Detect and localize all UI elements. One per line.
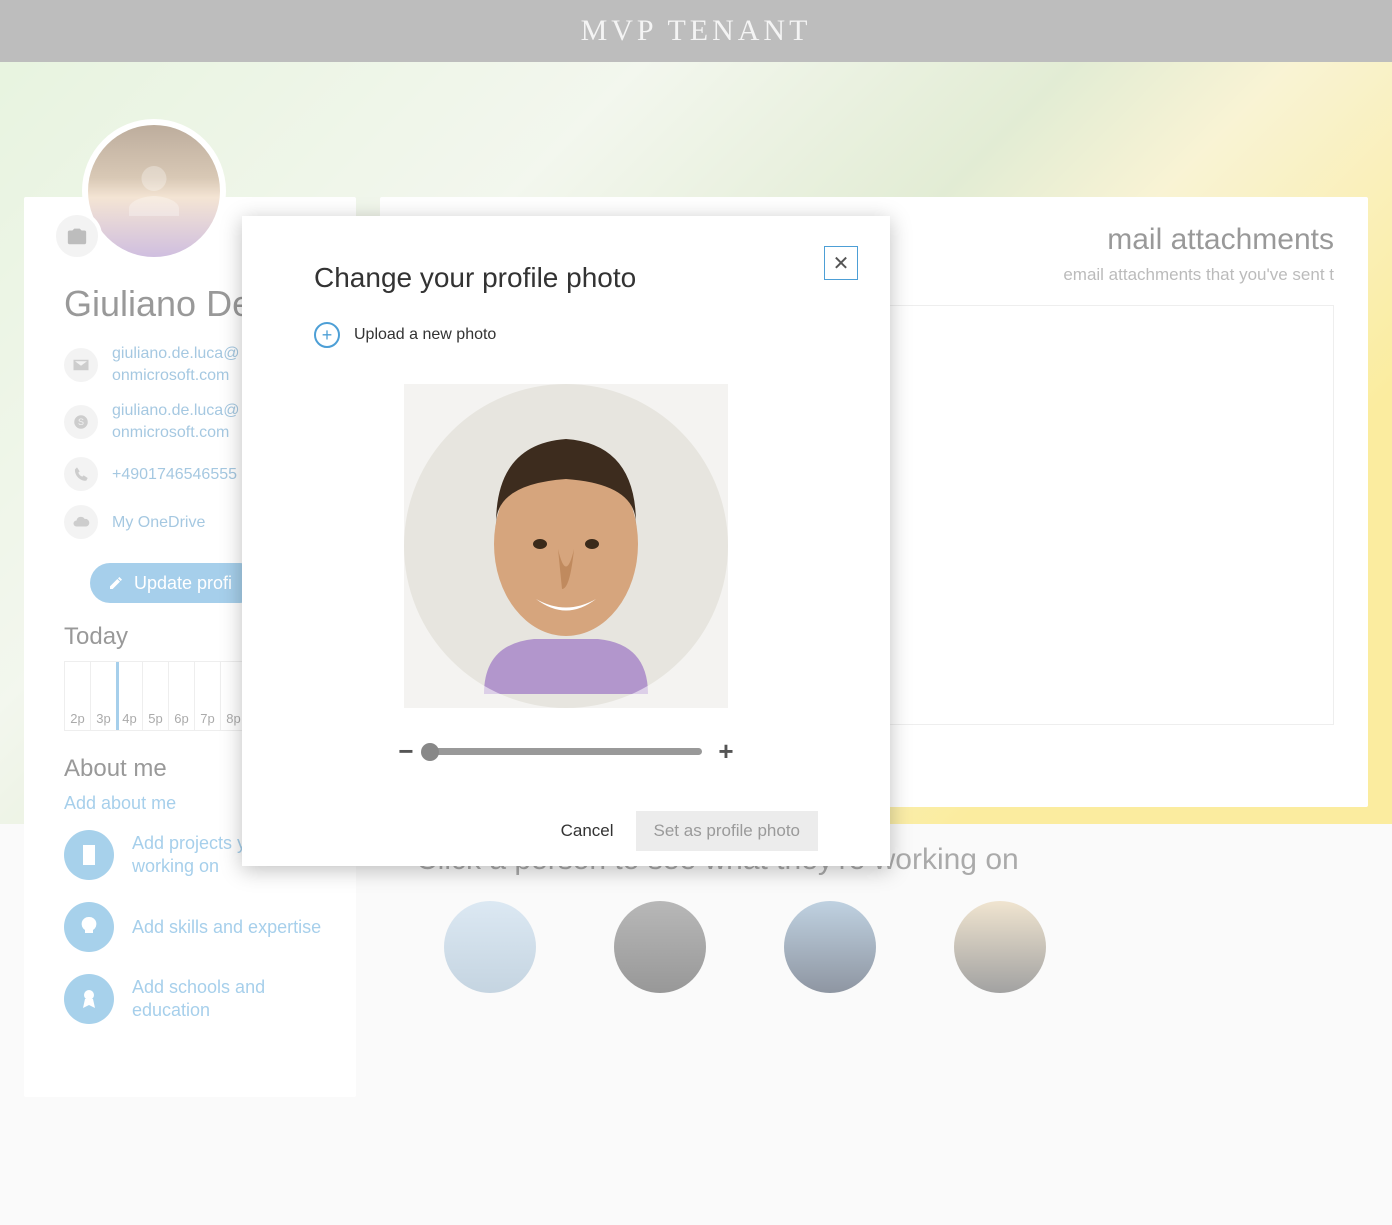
zoom-in-button[interactable]: + [716,736,736,767]
zoom-slider[interactable] [430,748,702,755]
set-profile-photo-button[interactable]: Set as profile photo [636,811,818,851]
zoom-thumb[interactable] [421,743,439,761]
plus-icon: + [314,322,340,348]
modal-title: Change your profile photo [314,262,818,294]
photo-preview[interactable] [404,384,728,708]
upload-new-photo-button[interactable]: + Upload a new photo [314,322,818,348]
cancel-button[interactable]: Cancel [561,821,614,841]
close-button[interactable]: ✕ [824,246,858,280]
zoom-out-button[interactable]: − [396,736,416,767]
close-icon: ✕ [833,251,850,276]
change-photo-modal: Change your profile photo ✕ + Upload a n… [242,216,890,866]
zoom-control: − + [396,736,736,767]
modal-actions: Cancel Set as profile photo [314,811,818,851]
upload-label: Upload a new photo [354,326,496,344]
